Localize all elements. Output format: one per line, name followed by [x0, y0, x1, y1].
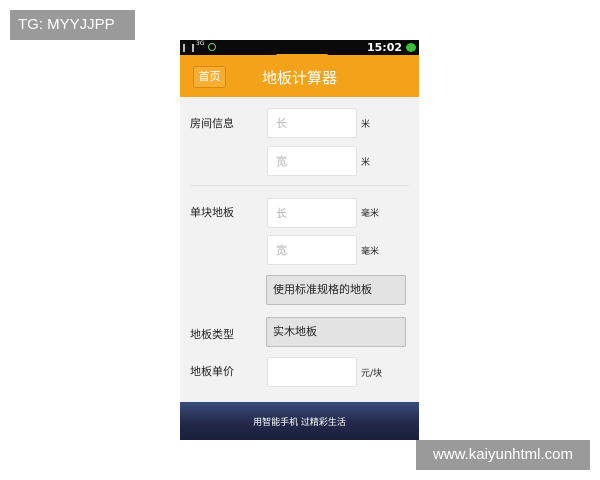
- room-length-input[interactable]: [267, 108, 357, 138]
- home-button[interactable]: 首页: [193, 66, 226, 88]
- section-divider: [190, 185, 409, 186]
- unit-price-unit: 元/块: [361, 369, 383, 379]
- watermark-bottom-right: www.kaiyunhtml.com: [416, 440, 590, 470]
- footer-banner: 用智能手机 过精彩生活: [180, 402, 419, 440]
- status-time: 15:02: [366, 41, 402, 54]
- plank-info-label: 单块地板: [190, 206, 234, 219]
- plank-width-input[interactable]: [267, 235, 357, 265]
- app-header: 地板计算器 首页: [180, 55, 419, 97]
- page: TG: MYYJJPP 3G 15:02 地板计算器 首页 房间信息 米 米 单…: [0, 0, 600, 480]
- floor-type-label: 地板类型: [190, 328, 234, 341]
- room-width-input[interactable]: [267, 146, 357, 176]
- use-standard-plank-button[interactable]: 使用标准规格的地板: [266, 275, 406, 305]
- watermark-top-left: TG: MYYJJPP: [10, 10, 135, 40]
- plank-width-unit: 毫米: [361, 247, 380, 257]
- status-bar: 3G 15:02: [180, 40, 419, 60]
- room-length-unit: 米: [361, 120, 371, 130]
- plank-length-input[interactable]: [267, 198, 357, 228]
- signal-icon: [183, 44, 194, 52]
- network-type: 3G: [196, 40, 205, 47]
- unit-price-input[interactable]: [267, 357, 357, 387]
- phone-screen: 3G 15:02 地板计算器 首页 房间信息 米 米 单块地板 毫米 毫米 使用…: [180, 40, 419, 440]
- floor-type-select[interactable]: 实木地板: [266, 317, 406, 347]
- footer-slogan: 用智能手机 过精彩生活: [253, 418, 346, 428]
- wifi-icon: [208, 43, 216, 51]
- unit-price-label: 地板单价: [190, 365, 234, 378]
- room-info-label: 房间信息: [190, 117, 234, 130]
- calculator-form: 房间信息 米 米 单块地板 毫米 毫米 使用标准规格的地板 地板类型 实木地板 …: [180, 97, 419, 402]
- battery-icon: [406, 43, 416, 52]
- room-width-unit: 米: [361, 158, 371, 168]
- plank-length-unit: 毫米: [361, 209, 380, 219]
